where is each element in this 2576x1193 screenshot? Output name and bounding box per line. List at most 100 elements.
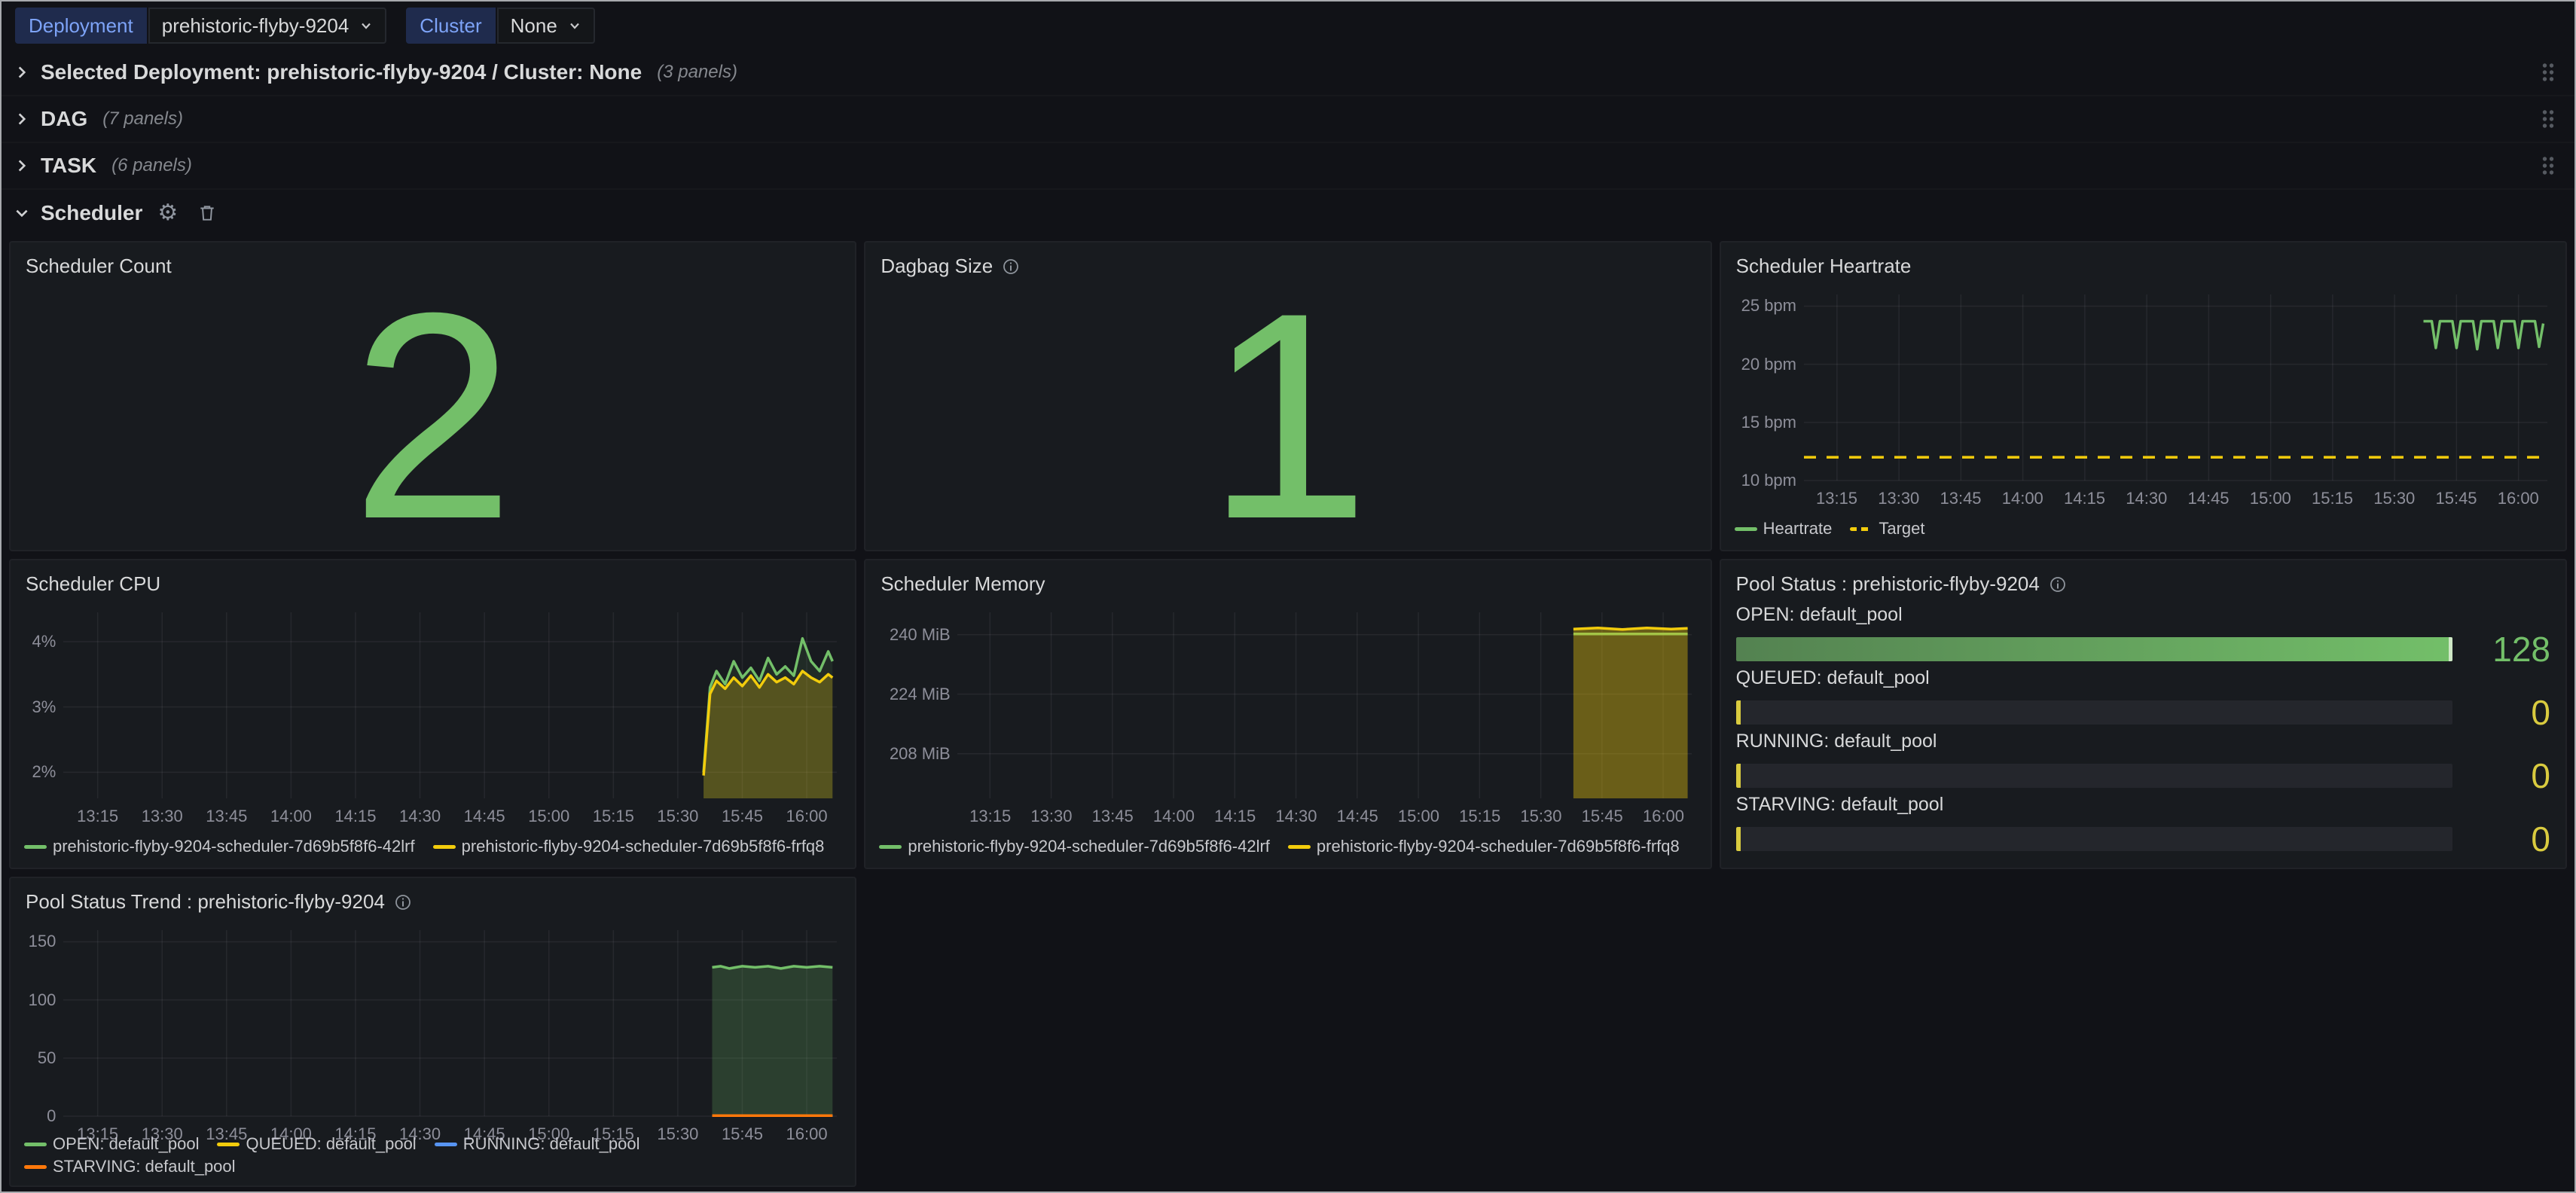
y-axis-label: 50 — [38, 1048, 56, 1069]
gauge-label: QUEUED: default_pool — [1736, 667, 2550, 689]
variable-cluster-label: Cluster — [406, 8, 495, 44]
row-delete-button[interactable] — [193, 203, 221, 223]
panel-pool-status: Pool Status : prehistoric-flyby-9204 OPE… — [1720, 559, 2567, 869]
legend-series-name: prehistoric-flyby-9204-scheduler-7d69b5f… — [1317, 837, 1680, 856]
legend-item[interactable]: prehistoric-flyby-9204-scheduler-7d69b5f… — [879, 837, 1270, 856]
info-icon[interactable] — [1002, 258, 1020, 276]
chart-svg — [870, 602, 1705, 833]
gauge-bar — [1736, 827, 2452, 851]
heartrate-legend: Heartrate Target — [1721, 515, 2565, 550]
info-icon[interactable] — [394, 893, 412, 911]
panel-title[interactable]: Scheduler Count — [26, 255, 172, 278]
stat-area: 1 — [865, 282, 1710, 550]
dagbag-size-value: 1 — [1207, 291, 1370, 542]
y-axis-label: 224 MiB — [890, 684, 951, 705]
grafana-dashboard: Deployment prehistoric-flyby-9204 Cluste… — [0, 0, 2576, 1193]
legend-item[interactable]: STARVING: default_pool — [24, 1157, 236, 1176]
cpu-chart[interactable]: 2%3%4%13:1513:3013:4514:0014:1514:3014:4… — [15, 602, 850, 833]
y-axis-label: 208 MiB — [890, 743, 951, 764]
panel-pool-status-trend: Pool Status Trend : prehistoric-flyby-92… — [9, 877, 856, 1187]
legend-series-name: prehistoric-flyby-9204-scheduler-7d69b5f… — [53, 837, 415, 856]
panel-header: Pool Status : prehistoric-flyby-9204 — [1721, 560, 2565, 600]
legend-item[interactable]: prehistoric-flyby-9204-scheduler-7d69b5f… — [24, 837, 415, 856]
legend-series-name: Heartrate — [1763, 519, 1833, 539]
panel-header: Scheduler CPU — [11, 560, 855, 600]
chart-svg — [1726, 284, 2561, 515]
legend-series-color-icon — [1850, 527, 1872, 531]
panel-title[interactable]: Scheduler CPU — [26, 572, 160, 596]
legend-item[interactable]: prehistoric-flyby-9204-scheduler-7d69b5f… — [1288, 837, 1680, 856]
variable-deployment: Deployment prehistoric-flyby-9204 — [15, 8, 386, 44]
panel-title[interactable]: Pool Status Trend : prehistoric-flyby-92… — [26, 890, 385, 914]
row-selected-deployment[interactable]: Selected Deployment: prehistoric-flyby-9… — [2, 50, 2574, 96]
y-axis-label: 150 — [29, 931, 56, 952]
scheduler-count-value: 2 — [351, 291, 514, 542]
legend-series-name: Target — [1879, 519, 1924, 539]
grip-icon — [2540, 108, 2556, 130]
trash-icon — [197, 203, 217, 223]
y-axis-label: 25 bpm — [1741, 295, 1796, 316]
x-axis-label: 16:00 — [769, 806, 844, 827]
row-panel-count: (3 panels) — [657, 62, 737, 83]
row-title: DAG — [41, 107, 87, 131]
panel-scheduler-cpu: Scheduler CPU 2%3%4%13:1513:3013:4514:00… — [9, 559, 856, 869]
heartrate-chart[interactable]: 10 bpm15 bpm20 bpm25 bpm13:1513:3013:451… — [1726, 284, 2561, 515]
x-axis-label: 16:00 — [1625, 806, 1701, 827]
y-axis-label: 4% — [32, 631, 56, 652]
row-task[interactable]: TASK (6 panels) — [2, 143, 2574, 190]
panel-scheduler-memory: Scheduler Memory 208 MiB224 MiB240 MiB13… — [864, 559, 1711, 869]
gauge-label: OPEN: default_pool — [1736, 604, 2550, 626]
gauge-fill — [1736, 637, 2452, 661]
chevron-down-icon — [568, 19, 581, 32]
legend-item[interactable]: prehistoric-flyby-9204-scheduler-7d69b5f… — [433, 837, 825, 856]
memory-legend: prehistoric-flyby-9204-scheduler-7d69b5f… — [865, 833, 1710, 868]
gauge-line: 0 — [1736, 822, 2550, 856]
gauge-bar — [1736, 700, 2452, 725]
panel-header: Scheduler Heartrate — [1721, 243, 2565, 282]
gauge-value: 0 — [2468, 822, 2550, 856]
panel-scheduler-count: Scheduler Count 2 — [9, 241, 856, 551]
panel-dagbag-size: Dagbag Size 1 — [864, 241, 1711, 551]
chevron-down-icon — [359, 19, 373, 32]
panel-header: Pool Status Trend : prehistoric-flyby-92… — [11, 878, 855, 918]
y-axis-label: 3% — [32, 697, 56, 718]
panel-title[interactable]: Pool Status : prehistoric-flyby-9204 — [1736, 572, 2040, 596]
legend-item[interactable]: Heartrate — [1735, 519, 1833, 539]
row-scheduler[interactable]: Scheduler ⚙ — [2, 190, 2574, 236]
panel-scheduler-heartrate: Scheduler Heartrate 10 bpm15 bpm20 bpm25… — [1720, 241, 2567, 551]
pool-status-gauges: OPEN: default_pool128QUEUED: default_poo… — [1721, 600, 2565, 868]
variable-deployment-select[interactable]: prehistoric-flyby-9204 — [148, 8, 387, 44]
row-drag-handle[interactable] — [2540, 61, 2562, 84]
gauge-line: 0 — [1736, 758, 2550, 793]
panel-title[interactable]: Dagbag Size — [881, 255, 993, 278]
panel-title[interactable]: Scheduler Memory — [881, 572, 1045, 596]
legend-series-color-icon — [24, 845, 47, 849]
chevron-right-icon — [14, 111, 30, 127]
memory-chart[interactable]: 208 MiB224 MiB240 MiB13:1513:3013:4514:0… — [870, 602, 1705, 833]
y-axis-label: 2% — [32, 761, 56, 783]
variable-cluster-select[interactable]: None — [497, 8, 595, 44]
y-axis-label: 15 bpm — [1741, 412, 1796, 433]
panel-title[interactable]: Scheduler Heartrate — [1736, 255, 1912, 278]
legend-series-color-icon — [433, 845, 456, 849]
gauge-fill — [1736, 827, 1741, 851]
row-drag-handle[interactable] — [2540, 154, 2562, 177]
legend-series-name: STARVING: default_pool — [53, 1157, 236, 1176]
grip-icon — [2540, 61, 2556, 84]
variable-cluster: Cluster None — [406, 8, 595, 44]
cpu-legend: prehistoric-flyby-9204-scheduler-7d69b5f… — [11, 833, 855, 868]
row-dag[interactable]: DAG (7 panels) — [2, 96, 2574, 143]
legend-item[interactable]: Target — [1850, 519, 1924, 539]
gauge-value: 0 — [2468, 695, 2550, 730]
legend-series-color-icon — [879, 845, 902, 849]
row-settings-button[interactable]: ⚙ — [153, 202, 182, 224]
panel-grid: Scheduler Count 2 Dagbag Size 1 Schedule… — [2, 236, 2574, 1193]
chevron-right-icon — [14, 157, 30, 174]
pool-trend-chart[interactable]: 05010015013:1513:3013:4514:0014:1514:301… — [15, 920, 850, 1133]
row-drag-handle[interactable] — [2540, 108, 2562, 130]
gauge-bar — [1736, 764, 2452, 788]
info-icon[interactable] — [2049, 575, 2067, 593]
variable-cluster-value: None — [511, 14, 557, 38]
chevron-right-icon — [14, 64, 30, 81]
y-axis-label: 20 bpm — [1741, 354, 1796, 375]
